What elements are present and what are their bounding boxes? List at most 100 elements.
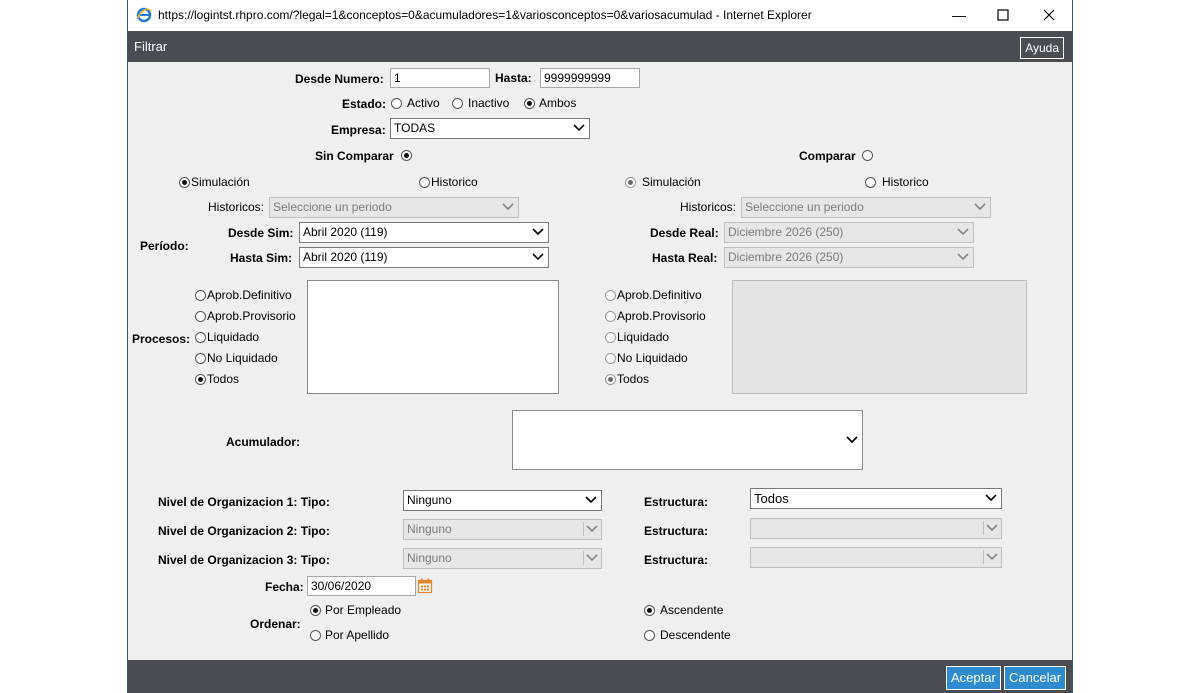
empresa-label: Empresa: [331, 123, 386, 137]
filter-form: Desde Numero: 1 Hasta: 9999999999 Estado… [128, 62, 1072, 660]
desde-sim-select[interactable]: Abril 2020 (119) [299, 222, 549, 243]
procesos-label: Procesos: [132, 332, 191, 346]
right-historico-radio[interactable] [865, 177, 876, 188]
hasta-sim-label: Hasta Sim: [230, 251, 293, 265]
chevron-down-icon [585, 496, 597, 504]
dialog-header: Filtrar Ayuda [128, 31, 1072, 62]
nivel2-value: Ninguno [407, 522, 452, 536]
chevron-down-icon [985, 494, 997, 502]
left-procesos-list[interactable] [307, 280, 559, 394]
left-simulacion-label: Simulación [191, 175, 250, 189]
estado-inactivo-label: Inactivo [468, 96, 510, 110]
comparar-radio[interactable] [862, 150, 873, 161]
hasta-real-select[interactable]: Diciembre 2026 (250) [724, 247, 974, 268]
maximize-icon[interactable] [992, 4, 1014, 26]
descendente-label: Descendente [660, 628, 731, 642]
help-button[interactable]: Ayuda [1020, 37, 1064, 59]
window-url: https://logintst.rhpro.com/?legal=1&conc… [158, 8, 812, 22]
fecha-label: Fecha: [265, 580, 304, 594]
left-proceso-todos-radio[interactable] [195, 374, 206, 385]
empresa-select[interactable]: TODAS [390, 118, 590, 139]
chevron-down-icon [983, 521, 998, 535]
right-proceso-label: Aprob.Definitivo [617, 288, 702, 302]
left-historicos-select[interactable]: Seleccione un periodo [269, 197, 519, 218]
nivel3-value: Ninguno [407, 551, 452, 565]
estado-activo-label: Activo [407, 96, 440, 110]
left-proceso-liquidado-radio[interactable] [195, 332, 206, 343]
acumulador-select[interactable] [512, 410, 863, 470]
right-proceso-no-liquidado-radio[interactable] [605, 353, 616, 364]
nivel3-select[interactable]: Ninguno [403, 548, 602, 569]
hasta-real-label: Hasta Real: [652, 251, 718, 265]
right-proceso-todos-radio[interactable] [605, 374, 616, 385]
left-proceso-aprob-definitivo-radio[interactable] [195, 290, 206, 301]
chevron-down-icon [532, 253, 544, 261]
sin-comparar-radio[interactable] [401, 150, 412, 161]
right-proceso-label: No Liquidado [617, 351, 688, 365]
right-simulacion-radio[interactable] [625, 177, 636, 188]
hasta-input[interactable]: 9999999999 [540, 68, 640, 88]
right-historico-label: Historico [882, 175, 929, 189]
por-empleado-radio[interactable] [310, 605, 321, 616]
calendar-icon[interactable] [417, 578, 433, 594]
right-historicos-label: Historicos: [680, 200, 737, 214]
estado-ambos-radio[interactable] [524, 98, 535, 109]
left-proceso-aprob-provisorio-radio[interactable] [195, 311, 206, 322]
estructura3-select[interactable] [750, 547, 1002, 568]
nivel2-select[interactable]: Ninguno [403, 519, 602, 540]
left-historicos-placeholder: Seleccione un periodo [273, 200, 392, 214]
ascendente-radio[interactable] [644, 605, 655, 616]
right-historicos-select[interactable]: Seleccione un periodo [741, 197, 991, 218]
periodo-label: Período: [140, 239, 189, 253]
estructura1-select[interactable]: Todos [750, 488, 1002, 509]
estado-activo-radio[interactable] [391, 98, 402, 109]
chevron-down-icon [974, 203, 986, 211]
desde-real-select[interactable]: Diciembre 2026 (250) [724, 222, 974, 243]
right-proceso-aprob-provisorio-radio[interactable] [605, 311, 616, 322]
comparar-label: Comparar [799, 149, 856, 163]
empresa-value: TODAS [394, 121, 436, 135]
title-bar: https://logintst.rhpro.com/?legal=1&conc… [128, 0, 1072, 31]
minimize-icon[interactable]: — [948, 4, 970, 26]
right-proceso-aprob-definitivo-radio[interactable] [605, 290, 616, 301]
descendente-radio[interactable] [644, 630, 655, 641]
cancel-button[interactable]: Cancelar [1004, 666, 1067, 690]
right-historicos-placeholder: Seleccione un periodo [745, 200, 864, 214]
right-proceso-liquidado-radio[interactable] [605, 332, 616, 343]
nivel1-value: Ninguno [407, 493, 452, 507]
por-apellido-radio[interactable] [310, 630, 321, 641]
chevron-down-icon [983, 550, 998, 564]
hasta-sim-select[interactable]: Abril 2020 (119) [299, 247, 549, 268]
left-historico-label: Historico [431, 175, 478, 189]
left-proceso-label: Aprob.Definitivo [207, 288, 292, 302]
desde-sim-value: Abril 2020 (119) [303, 225, 388, 239]
estructura2-select[interactable] [750, 518, 1002, 539]
por-apellido-label: Por Apellido [325, 628, 390, 642]
left-historico-radio[interactable] [419, 177, 430, 188]
desde-numero-input[interactable]: 1 [390, 68, 490, 88]
left-proceso-label: Todos [207, 372, 240, 386]
chevron-down-icon [532, 228, 544, 236]
estado-inactivo-radio[interactable] [452, 98, 463, 109]
accept-button[interactable]: Aceptar [946, 666, 1001, 690]
left-simulacion-radio[interactable] [179, 177, 190, 188]
acumulador-label: Acumulador: [226, 435, 301, 449]
close-icon[interactable] [1038, 4, 1060, 26]
hasta-sim-value: Abril 2020 (119) [303, 250, 388, 264]
dialog-footer: Aceptar Cancelar [128, 660, 1072, 693]
estructura3-label: Estructura: [644, 553, 709, 567]
chevron-down-icon [957, 253, 969, 261]
fecha-input[interactable]: 30/06/2020 [307, 576, 416, 596]
desde-sim-label: Desde Sim: [228, 226, 294, 240]
right-proceso-label: Aprob.Provisorio [617, 309, 706, 323]
estructura1-label: Estructura: [644, 495, 709, 509]
nivel1-select[interactable]: Ninguno [403, 490, 602, 511]
chevron-down-icon [573, 124, 585, 132]
left-historicos-label: Historicos: [208, 200, 265, 214]
right-procesos-list[interactable] [732, 280, 1027, 394]
right-simulacion-label: Simulación [642, 175, 701, 189]
desde-numero-label: Desde Numero: [295, 72, 384, 86]
desde-real-value: Diciembre 2026 (250) [728, 225, 844, 239]
chevron-down-icon [846, 436, 858, 444]
left-proceso-no-liquidado-radio[interactable] [195, 353, 206, 364]
